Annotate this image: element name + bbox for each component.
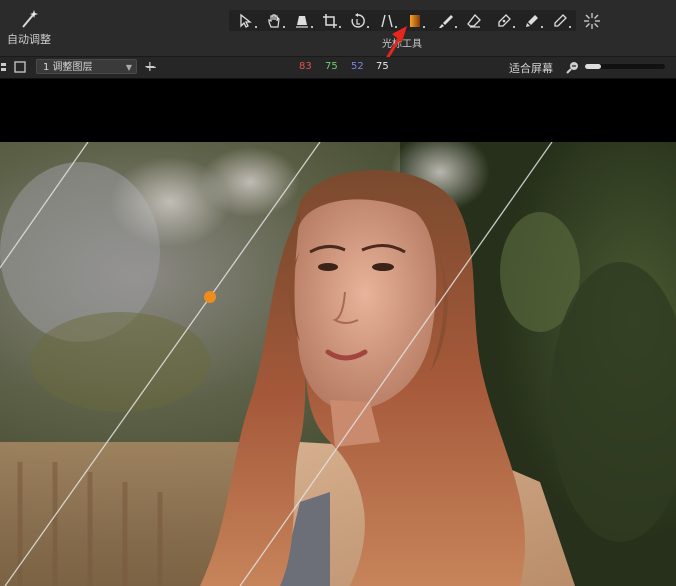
tool-pen[interactable] <box>491 10 517 31</box>
eyedropper-icon <box>554 13 567 27</box>
clone-brush-icon <box>526 14 538 27</box>
readout-red: 83 <box>299 61 312 72</box>
crop-icon <box>323 13 337 28</box>
tool-eraser[interactable] <box>461 10 487 31</box>
sparkle-icon <box>584 13 600 29</box>
tool-select[interactable] <box>233 10 259 31</box>
plus-icon: +̶ <box>144 59 156 75</box>
canvas-padding <box>0 79 676 142</box>
readout-alpha: 75 <box>376 61 389 72</box>
pen-icon <box>498 13 511 27</box>
readout-green: 75 <box>325 61 338 72</box>
magic-wand-icon <box>19 8 39 30</box>
top-toolbar: 自动调整 光标工具 <box>0 0 676 76</box>
tool-pan[interactable] <box>261 10 287 31</box>
tool-crop[interactable] <box>317 10 343 31</box>
layer-bar: 1 调整图层 ▼ +̶ 83 75 52 75 适合屏幕 <box>0 57 676 79</box>
zoom-slider[interactable] <box>585 64 665 69</box>
keystone-icon <box>296 15 308 28</box>
portrait-photo <box>0 142 676 586</box>
tool-clone-brush[interactable] <box>519 10 545 31</box>
zoom-slider-fill <box>585 64 601 69</box>
pointer-select-icon <box>240 13 252 28</box>
fit-to-screen-label[interactable]: 适合屏幕 <box>509 60 553 76</box>
layer-select-value: 1 调整图层 <box>43 62 93 73</box>
auto-adjust-button[interactable]: 自动调整 <box>6 8 52 52</box>
auto-adjust-label: 自动调整 <box>7 33 51 46</box>
layer-select[interactable]: 1 调整图层 ▼ <box>36 59 137 74</box>
eraser-icon <box>467 13 481 28</box>
grid-view-icon[interactable] <box>0 62 8 72</box>
tool-keystone[interactable] <box>289 10 315 31</box>
pan-hand-icon <box>268 13 280 28</box>
single-view-icon[interactable] <box>14 61 26 73</box>
tool-brush[interactable] <box>433 10 459 31</box>
photo-canvas[interactable] <box>0 142 676 586</box>
gradient-center-handle <box>204 291 216 303</box>
brush-icon <box>439 14 453 28</box>
add-layer-button[interactable]: +̶ <box>144 60 156 74</box>
readout-blue: 52 <box>351 61 364 72</box>
tool-eyedropper[interactable] <box>547 10 573 31</box>
chevron-down-icon: ▼ <box>125 63 132 72</box>
extra-tool-button[interactable] <box>583 12 601 34</box>
zoom-out-icon[interactable] <box>566 60 580 74</box>
